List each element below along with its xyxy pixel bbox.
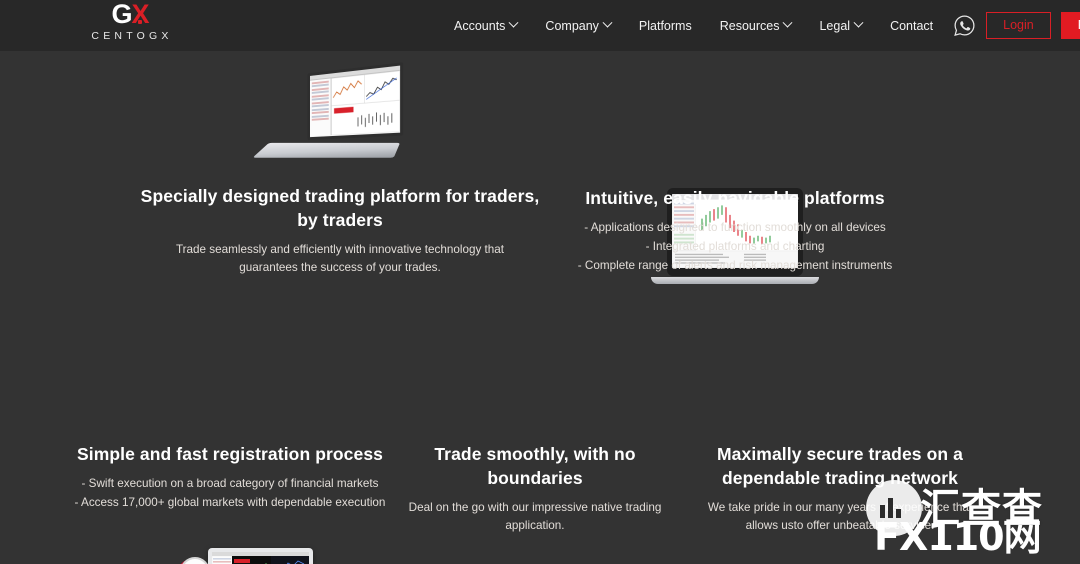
site-header: GX CENTOGX Accounts Company Platforms Re… <box>0 0 1080 51</box>
chevron-down-icon <box>853 17 864 28</box>
nav-label: Resources <box>719 18 780 33</box>
feature-title: Specially designed trading platform for … <box>140 186 540 231</box>
feature-title: Trade smoothly, with no boundaries <box>434 444 636 489</box>
feature-block-5: Maximally secure trades on a dependable … <box>690 442 990 535</box>
feature-block-1: Specially designed trading platform for … <box>140 184 540 277</box>
nav-item-platforms[interactable]: Platforms <box>625 0 706 51</box>
feature-block-4: Trade smoothly, with no boundaries Deal … <box>385 442 685 535</box>
feature-title: Intuitive, easily navigable platforms <box>585 188 885 208</box>
nav-item-accounts[interactable]: Accounts <box>440 0 531 51</box>
market-watch-list <box>310 78 332 137</box>
nav-item-resources[interactable]: Resources <box>706 0 806 51</box>
laptop-base <box>252 142 401 158</box>
feature-body: We take pride in our many years of exper… <box>707 501 973 533</box>
platform-body <box>310 71 400 137</box>
chevron-down-icon <box>783 17 793 28</box>
main-navigation: Accounts Company Platforms Resources Leg… <box>440 0 1080 51</box>
chevron-down-icon <box>508 17 519 28</box>
logo-accent-dot <box>138 20 143 24</box>
laptop-base <box>651 277 819 284</box>
login-button[interactable]: Login <box>986 12 1051 39</box>
monitor-bezel <box>208 548 313 564</box>
page-root: GX CENTOGX Accounts Company Platforms Re… <box>0 0 1080 564</box>
chevron-down-icon <box>602 17 613 28</box>
whatsapp-icon[interactable] <box>953 14 976 37</box>
logo-letter-x: X <box>131 0 150 29</box>
brand-logo[interactable]: GX CENTOGX <box>70 1 190 42</box>
nav-label: Company <box>545 18 599 33</box>
nav-label: Legal <box>819 18 851 33</box>
nav-label: Contact <box>890 18 934 33</box>
monitor-screen <box>212 552 309 564</box>
nav-item-contact[interactable]: Contact <box>876 0 947 51</box>
register-button[interactable]: Register <box>1060 12 1080 39</box>
feature-body: - Applications designed to function smoo… <box>577 221 893 273</box>
nav-item-company[interactable]: Company <box>531 0 625 51</box>
logo-subtitle: CENTOGX <box>91 30 173 42</box>
chart-panels <box>332 71 400 135</box>
nav-label: Platforms <box>638 18 692 33</box>
logo-letter-g: G <box>111 0 132 29</box>
laptop-screen <box>307 62 404 141</box>
feature-block-3: Simple and fast registration process - S… <box>60 442 400 513</box>
feature-body: Trade seamlessly and efficiently with in… <box>175 243 505 275</box>
logo-gx-mark: GX <box>111 0 150 29</box>
feature-title: Simple and fast registration process <box>76 444 384 464</box>
feature-body: - Swift execution on a broad category of… <box>74 477 386 510</box>
step-badge-1: 1 <box>180 557 210 564</box>
feature-title: Maximally secure trades on a dependable … <box>717 444 963 489</box>
feature-image-monitor: 1 2 3 <box>170 540 320 564</box>
nav-item-legal[interactable]: Legal <box>805 0 876 51</box>
feature-body: Deal on the go with our impressive nativ… <box>408 501 662 533</box>
nav-label: Accounts <box>454 18 506 33</box>
feature-block-2: Intuitive, easily navigable platforms - … <box>565 186 905 276</box>
feature-image-laptop-angled <box>245 60 415 180</box>
